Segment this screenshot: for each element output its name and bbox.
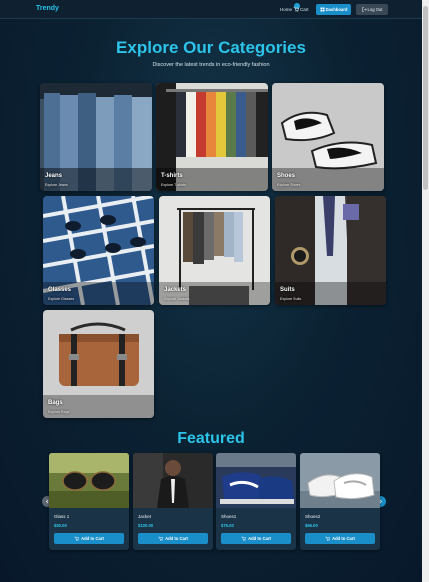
cart-icon [74, 536, 80, 541]
category-name: T-shirts [161, 173, 183, 179]
logout-icon [361, 7, 367, 12]
dashboard-button[interactable]: Dashboard [316, 4, 351, 15]
navbar: Trendy Home Cart Dashboard Log Out [0, 0, 422, 19]
category-explore-link[interactable]: Explore Glasses [48, 297, 74, 301]
white-sneakers-photo-icon [300, 453, 380, 508]
category-card-jackets[interactable]: Jackets Explore Jackets [159, 196, 270, 305]
category-explore-link[interactable]: Explore Jackets [164, 297, 189, 301]
nav-home-link[interactable]: Home [280, 7, 292, 12]
category-card-glasses[interactable]: Glasses Explore Glasses [43, 196, 154, 305]
sneakers-photo-icon [216, 453, 296, 508]
cart-icon [293, 6, 299, 12]
featured-title: Featured [177, 430, 245, 447]
product-price: $50.00 [54, 523, 67, 528]
product-name: Glass 1 [54, 514, 70, 519]
add-to-cart-label: Add to Cart [248, 536, 271, 541]
hero-subtitle: Discover the latest trends in eco-friend… [152, 62, 270, 68]
jacket-photo-icon [133, 453, 213, 508]
brand-logo[interactable]: Trendy [36, 5, 59, 12]
category-name: Suits [280, 287, 295, 293]
product-name: Shoes2 [305, 514, 321, 519]
product-price: $75.00 [221, 523, 234, 528]
dashboard-label: Dashboard [325, 7, 348, 12]
product-name: Shoes1 [221, 514, 237, 519]
sunglasses-photo-icon [49, 453, 129, 508]
add-to-cart-label: Add to Cart [81, 536, 104, 541]
category-explore-link[interactable]: Explore Jeans [45, 183, 68, 187]
category-explore-link[interactable]: Explore Shoes [277, 183, 300, 187]
nav-cart-label: Cart [300, 6, 309, 12]
category-name: Jackets [164, 287, 187, 293]
category-explore-link[interactable]: Explore Suits [280, 297, 301, 301]
category-card-jeans[interactable]: Jeans Explore Jeans [40, 83, 152, 191]
logout-button[interactable]: Log Out [356, 4, 388, 15]
cart-icon [325, 536, 331, 541]
scrollbar-thumb[interactable] [423, 6, 428, 190]
add-to-cart-button[interactable]: Add to Cart [221, 533, 291, 544]
product-name: Jacket [138, 514, 152, 519]
logout-label: Log Out [367, 7, 383, 12]
add-to-cart-label: Add to Cart [165, 536, 188, 541]
add-to-cart-button[interactable]: Add to Cart [305, 533, 375, 544]
category-explore-link[interactable]: Explore Bags [48, 410, 69, 414]
category-card-suits[interactable]: Suits Explore Suits [275, 196, 386, 305]
category-explore-link[interactable]: Explore T-shirts [161, 183, 186, 187]
add-to-cart-button[interactable]: Add to Cart [54, 533, 124, 544]
category-name: Jeans [45, 173, 63, 179]
product-card[interactable]: Shoes2 $66.00 Add to Cart [300, 453, 380, 550]
product-card[interactable]: Jacket $100.00 Add to Cart [133, 453, 213, 550]
product-card[interactable]: Shoes1 $75.00 Add to Cart [216, 453, 296, 550]
category-card-bags[interactable]: Bags Explore Bags [43, 310, 154, 418]
product-card[interactable]: Glass 1 $50.00 Add to Cart [49, 453, 129, 550]
page-scrollbar[interactable] [422, 0, 429, 582]
category-name: Shoes [277, 173, 296, 179]
category-card-tshirts[interactable]: T-shirts Explore T-shirts [156, 83, 268, 191]
product-price: $66.00 [305, 523, 318, 528]
category-card-shoes[interactable]: Shoes Explore Shoes [272, 83, 384, 191]
cart-icon [241, 536, 247, 541]
category-name: Glasses [48, 287, 72, 293]
add-to-cart-label: Add to Cart [332, 536, 355, 541]
category-name: Bags [48, 400, 63, 406]
dashboard-icon [320, 7, 325, 12]
product-price: $100.00 [138, 523, 154, 528]
add-to-cart-button[interactable]: Add to Cart [138, 533, 208, 544]
nav-cart-link[interactable]: Cart [293, 6, 309, 12]
hero-title: Explore Our Categories [116, 38, 306, 57]
cart-icon [158, 536, 164, 541]
